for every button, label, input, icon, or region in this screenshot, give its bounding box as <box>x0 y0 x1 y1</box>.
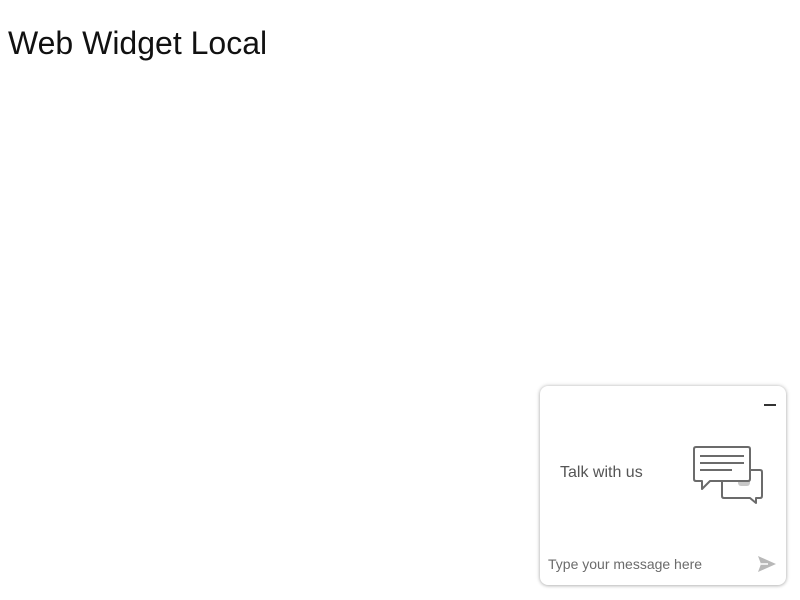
page-title: Web Widget Local <box>8 25 268 61</box>
message-input-row <box>540 543 786 585</box>
minimize-icon <box>764 404 776 406</box>
minimize-button[interactable] <box>760 394 780 414</box>
send-icon <box>758 556 776 572</box>
chat-widget: Talk with us <box>540 386 786 585</box>
chat-bubbles-icon <box>693 446 763 504</box>
page: Web Widget Local Talk with us <box>0 0 800 600</box>
message-input[interactable] <box>548 551 744 577</box>
send-button[interactable] <box>756 553 778 575</box>
chat-greeting: Talk with us <box>560 464 643 481</box>
